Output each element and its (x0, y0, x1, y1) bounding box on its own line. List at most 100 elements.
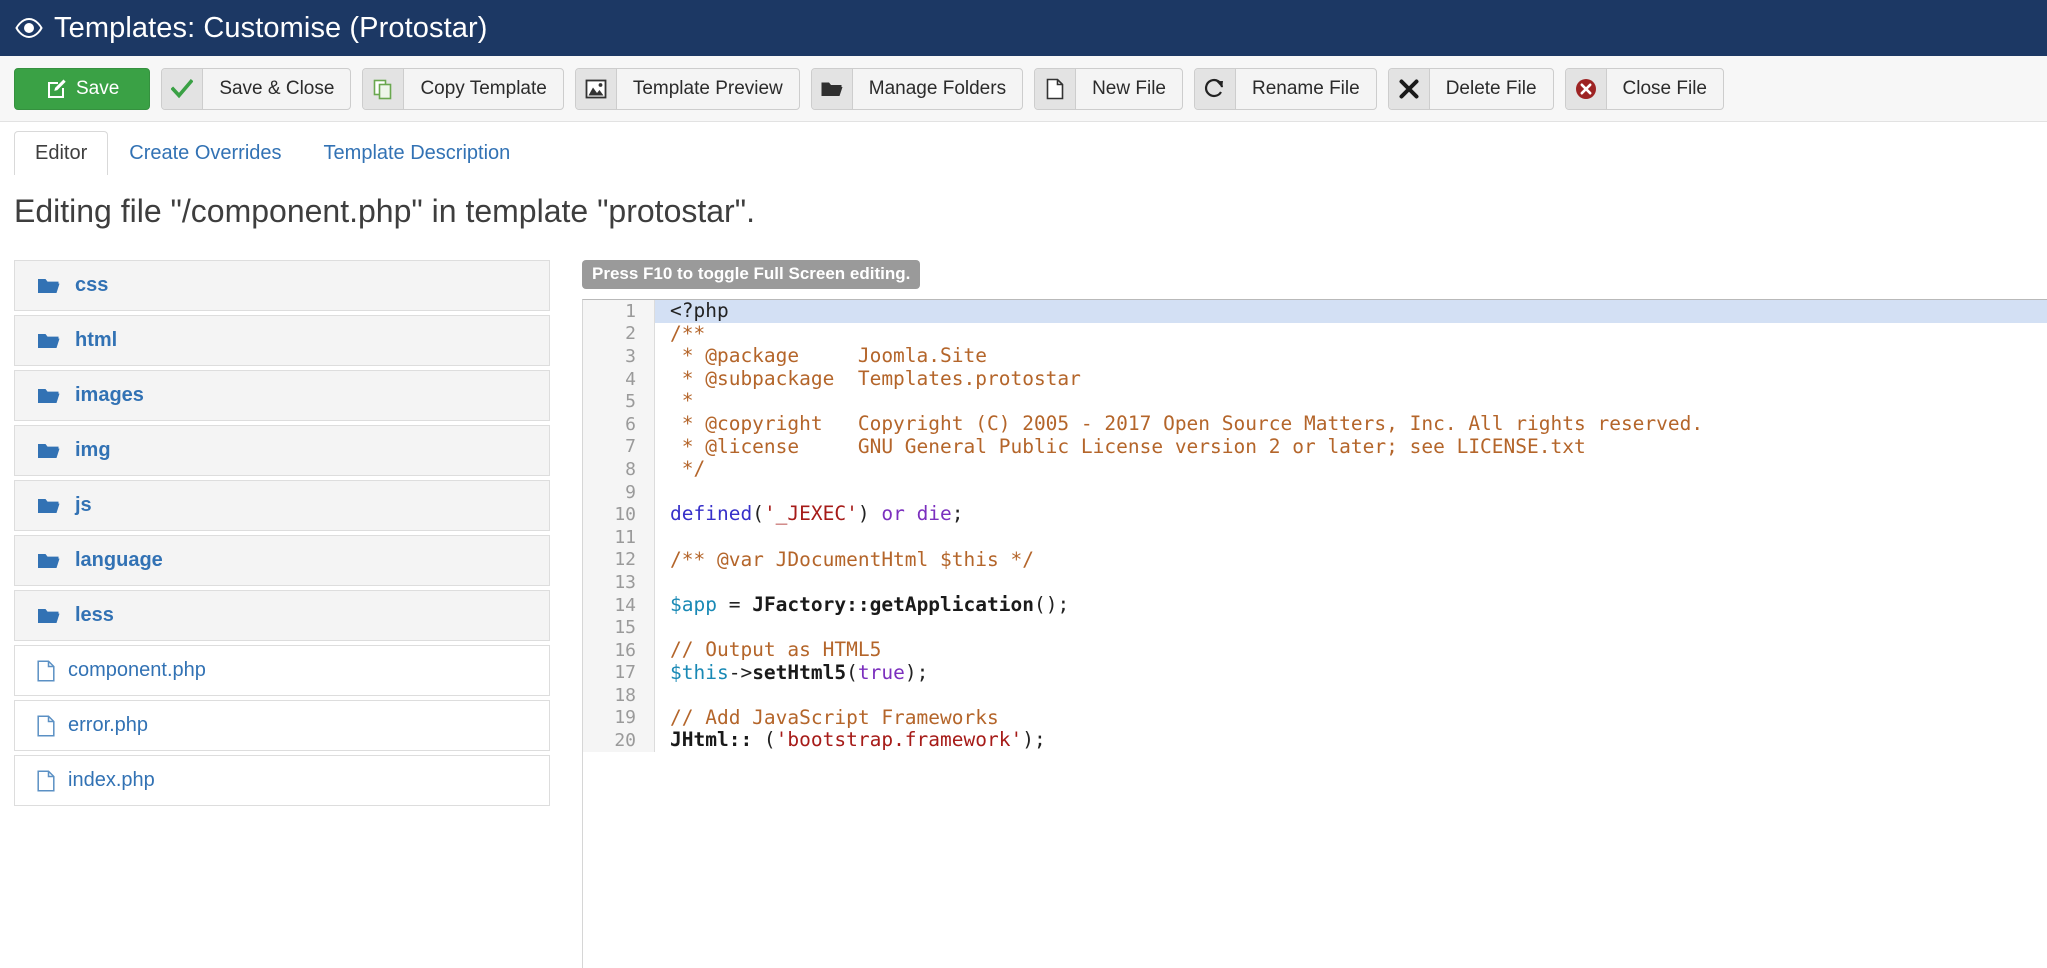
code-line-source: <?php (670, 299, 729, 322)
fullscreen-hint-badge: Press F10 to toggle Full Screen editing. (582, 260, 921, 289)
line-number: 4 (583, 367, 655, 391)
code-line-source: * @license GNU General Public License ve… (670, 434, 1586, 458)
close-file-button[interactable]: Close File (1564, 67, 1725, 110)
copy-template-label: Copy Template (420, 77, 547, 99)
code-line-source: // Add JavaScript Frameworks (670, 705, 999, 729)
code-line-source: defined('_JEXEC') or die; (670, 502, 964, 526)
code-line[interactable]: 7 * @license GNU General Public License … (583, 434, 2047, 459)
tab-editor[interactable]: Editor (14, 131, 109, 175)
tree-item-label: index.php (68, 769, 155, 791)
code-line-source (655, 481, 682, 504)
edit-square-icon (45, 78, 67, 100)
line-number: 17 (583, 661, 655, 685)
code-line[interactable]: 17 $this->setHtml5(true); (583, 660, 2047, 685)
code-line[interactable]: 19 // Add JavaScript Frameworks (583, 705, 2047, 730)
line-number: 15 (583, 616, 655, 639)
line-number: 3 (583, 345, 655, 368)
code-line[interactable]: 20 JHtml:: ('bootstrap.framework'); (583, 728, 2047, 752)
code-line[interactable]: 9 (583, 480, 2047, 504)
save-button-label: Save (76, 77, 120, 99)
tree-folder-html[interactable]: html (14, 315, 550, 366)
line-number: 9 (583, 480, 655, 504)
close-file-label: Close File (1622, 77, 1708, 99)
code-line[interactable]: 11 (583, 525, 2047, 549)
main-content: css html images img js language less component.… (0, 230, 2047, 968)
tree-folder-less[interactable]: less (14, 590, 550, 641)
code-line[interactable]: 2 /** (583, 321, 2047, 346)
rename-file-label: Rename File (1251, 77, 1360, 99)
line-number: 16 (583, 638, 655, 662)
tree-folder-js[interactable]: js (14, 480, 550, 531)
code-line-source: */ (670, 457, 706, 481)
eye-icon (14, 13, 44, 43)
x-cross-icon (1388, 68, 1430, 109)
line-number: 20 (583, 729, 655, 752)
code-line-source: /** (670, 321, 706, 345)
file-page-icon (37, 769, 55, 792)
code-line[interactable]: 13 (583, 571, 2047, 594)
code-editor[interactable]: 1 <?php 2/** 3 * @package Joomla.Site 4 * @s… (582, 299, 2047, 968)
save-and-close-button[interactable]: Save & Close (161, 67, 352, 110)
code-editor-content: 1 <?php 2/** 3 * @package Joomla.Site 4 * @s… (583, 300, 2047, 752)
code-line[interactable]: 16 // Output as HTML5 (583, 637, 2047, 662)
line-number: 10 (583, 503, 655, 526)
line-number: 11 (583, 525, 655, 549)
tree-item-label: less (75, 604, 114, 626)
code-line[interactable]: 5 * (583, 390, 2047, 413)
open-folder-icon (37, 386, 62, 405)
code-line-source: // Output as HTML5 (670, 637, 882, 661)
tab-template-description[interactable]: Template Description (303, 131, 532, 175)
rename-file-button[interactable]: Rename File (1193, 67, 1377, 110)
tree-file-component-php[interactable]: component.php (14, 645, 550, 696)
save-button[interactable]: Save (14, 67, 151, 110)
tree-folder-images[interactable]: images (14, 370, 550, 421)
code-line[interactable]: 18 (583, 684, 2047, 707)
code-line[interactable]: 1 <?php (583, 300, 2047, 323)
code-line[interactable]: 8 */ (583, 457, 2047, 481)
tree-item-label: css (75, 274, 109, 296)
code-line[interactable]: 3 * @package Joomla.Site (583, 344, 2047, 368)
file-page-icon (37, 659, 55, 682)
tree-folder-language[interactable]: language (14, 535, 550, 586)
tree-folder-css[interactable]: css (14, 260, 550, 311)
cancel-circle-icon (1565, 68, 1607, 109)
manage-folders-label: Manage Folders (868, 77, 1007, 99)
open-folder-icon (811, 68, 853, 109)
page-title: Templates: Customise (Protostar) (54, 11, 488, 44)
open-folder-icon (37, 331, 62, 350)
tree-file-index-php[interactable]: index.php (14, 755, 550, 806)
code-line-source: JHtml:: ('bootstrap.framework'); (670, 728, 1046, 752)
tree-item-label: component.php (68, 659, 206, 681)
code-line-source: $this->setHtml5(true); (670, 660, 929, 684)
code-line[interactable]: 10 defined('_JEXEC') or die; (583, 503, 2047, 526)
manage-folders-button[interactable]: Manage Folders (810, 67, 1024, 110)
image-picture-icon (575, 68, 617, 109)
line-number: 1 (583, 300, 655, 323)
code-line[interactable]: 6 * @copyright Copyright (C) 2005 - 2017… (583, 412, 2047, 436)
delete-file-button[interactable]: Delete File (1387, 67, 1554, 110)
tree-item-label: language (75, 549, 163, 571)
tree-folder-img[interactable]: img (14, 425, 550, 476)
code-line-source (655, 684, 682, 707)
copy-pages-icon (363, 68, 405, 109)
copy-template-button[interactable]: Copy Template (362, 67, 564, 110)
open-folder-icon (37, 606, 62, 625)
open-folder-icon (37, 496, 62, 515)
code-line[interactable]: 15 (583, 616, 2047, 639)
code-line-source: * @subpackage Templates.protostar (670, 366, 1081, 390)
tab-create-overrides[interactable]: Create Overrides (108, 131, 302, 175)
save-and-close-label: Save & Close (219, 77, 335, 99)
code-line[interactable]: 12 /** @var JDocumentHtml $this */ (583, 547, 2047, 572)
tree-item-label: html (75, 329, 118, 351)
open-folder-icon (37, 276, 62, 295)
code-line-source: /** @var JDocumentHtml $this */ (670, 547, 1034, 571)
new-file-button[interactable]: New File (1034, 67, 1183, 110)
code-line[interactable]: 14 $app = JFactory::getApplication(); (583, 593, 2047, 617)
tree-file-error-php[interactable]: error.php (14, 700, 550, 751)
code-line[interactable]: 4 * @subpackage Templates.protostar (583, 366, 2047, 391)
open-folder-icon (37, 441, 62, 460)
line-number: 14 (583, 593, 655, 617)
checkmark-icon (162, 68, 204, 109)
template-preview-button[interactable]: Template Preview (574, 67, 800, 110)
page-header: Templates: Customise (Protostar) (0, 0, 2047, 56)
